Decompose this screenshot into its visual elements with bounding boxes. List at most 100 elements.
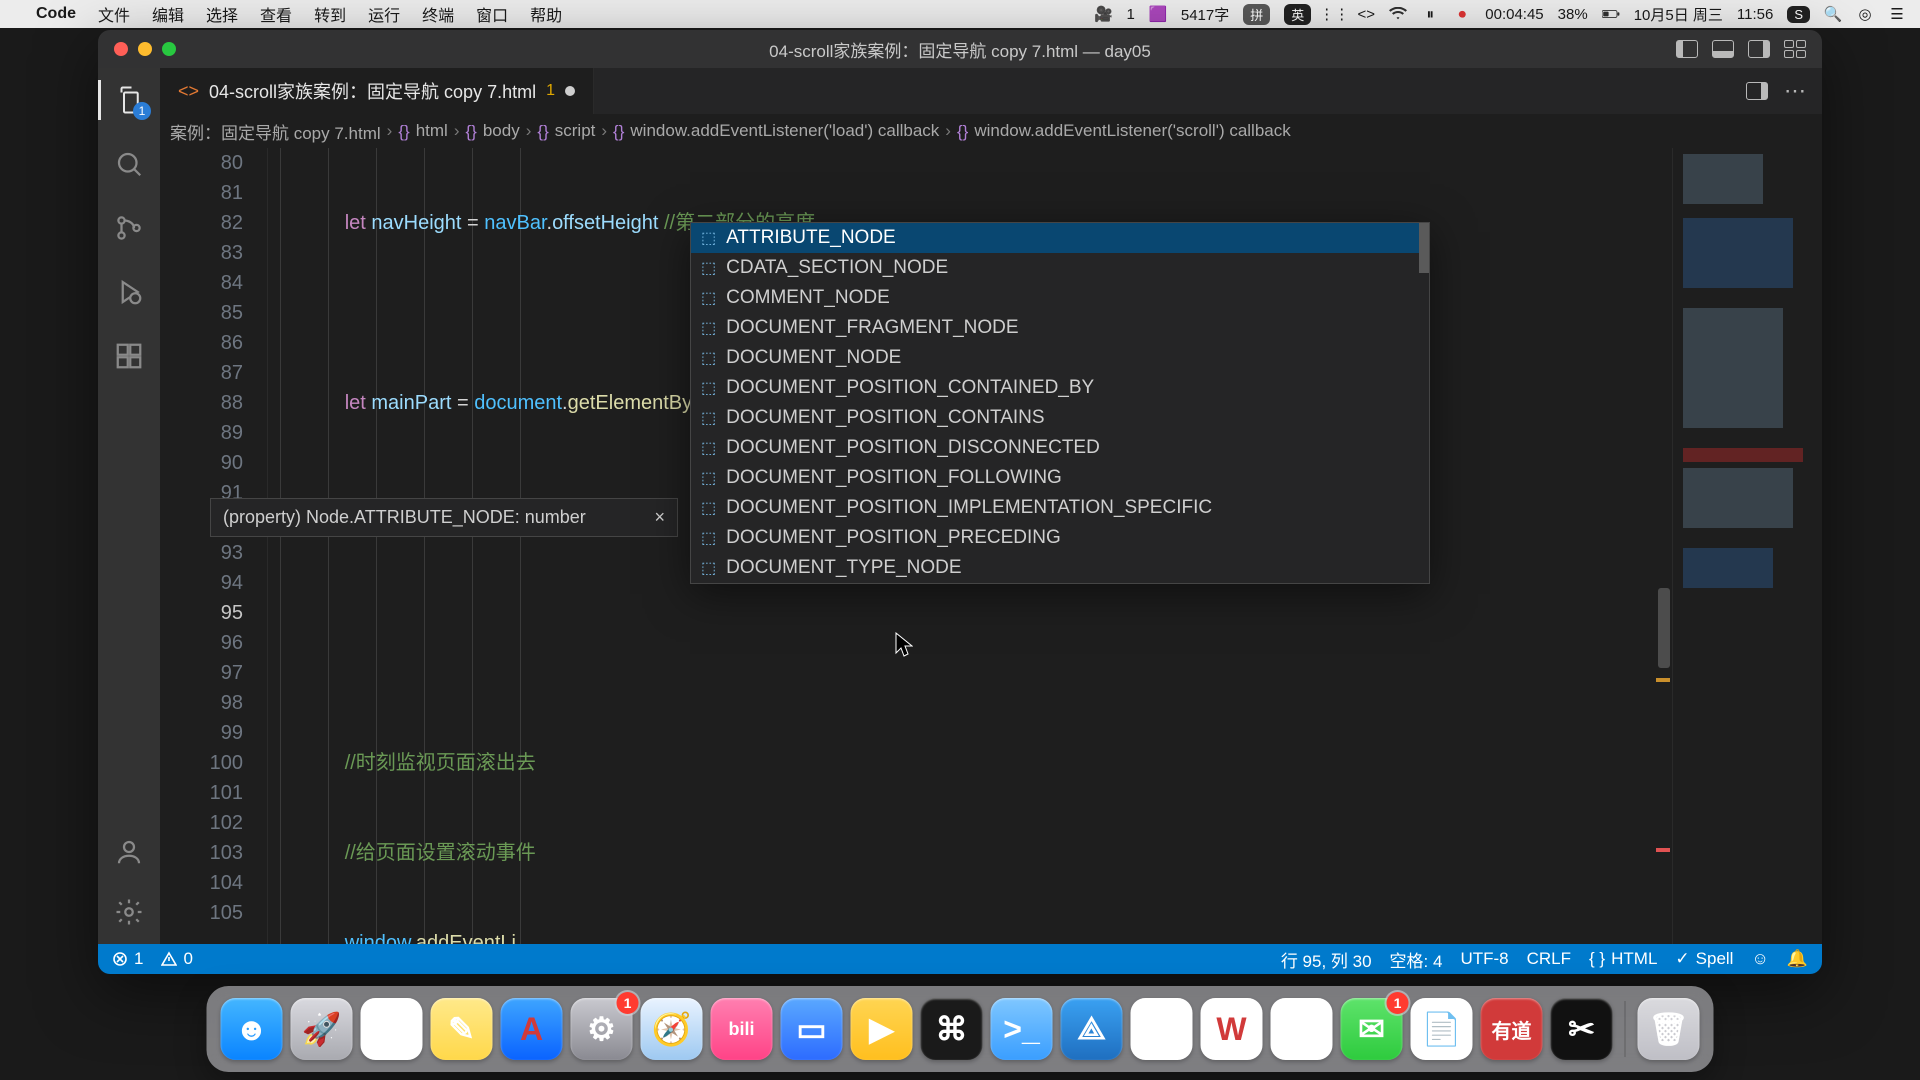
activity-scm[interactable] (111, 210, 147, 246)
dock-app-chrome[interactable]: ◉ (1131, 998, 1193, 1060)
status-sogou-icon[interactable]: 🟪 (1149, 5, 1167, 23)
code-line[interactable]: window.addEventLi (268, 928, 1652, 944)
breadcrumb-item[interactable]: body (483, 121, 520, 141)
dock-app-browser2[interactable]: ◐ (1271, 998, 1333, 1060)
code-line[interactable]: //时刻监视页面滚出去 (268, 748, 1652, 778)
dock-app-terminal[interactable]: >_ (991, 998, 1053, 1060)
intellisense-item[interactable]: ⬚DOCUMENT_POSITION_FOLLOWING (691, 463, 1429, 493)
status-control-center-icon[interactable]: ☰ (1888, 5, 1906, 23)
intellisense-item[interactable]: ⬚DOCUMENT_POSITION_CONTAINED_BY (691, 373, 1429, 403)
activity-extensions[interactable] (111, 338, 147, 374)
intellisense-item[interactable]: ⬚CDATA_SECTION_NODE (691, 253, 1429, 283)
breadcrumb-item[interactable]: html (416, 121, 448, 141)
dock-app-capcut[interactable]: ✂ (1551, 998, 1613, 1060)
activity-debug[interactable] (111, 274, 147, 310)
intellisense-item[interactable]: ⬚DOCUMENT_POSITION_IMPLEMENTATION_SPECIF… (691, 493, 1429, 523)
status-siri-icon[interactable]: ◎ (1856, 5, 1874, 23)
code-editor[interactable]: 8081828384858687888990919293949596979899… (160, 148, 1822, 944)
dock-app-youdao[interactable]: 有道 (1481, 998, 1543, 1060)
activity-search[interactable] (111, 146, 147, 182)
menu-go[interactable]: 转到 (314, 2, 346, 26)
editor-scrollbar[interactable] (1656, 148, 1670, 944)
intellisense-item[interactable]: ⬚DOCUMENT_POSITION_DISCONNECTED (691, 433, 1429, 463)
activity-account[interactable] (111, 834, 147, 870)
status-language[interactable]: { } HTML (1589, 949, 1657, 969)
toggle-bottom-panel-icon[interactable] (1712, 40, 1734, 58)
status-warnings[interactable]: 0 (161, 949, 192, 969)
status-spotlight-icon[interactable]: 🔍 (1824, 5, 1842, 23)
status-feedback-icon[interactable]: ☺ (1751, 949, 1768, 969)
dock-trash[interactable]: 🗑 (1638, 998, 1700, 1060)
intellisense-popup[interactable]: ⬚ATTRIBUTE_NODE⬚CDATA_SECTION_NODE⬚COMME… (690, 222, 1430, 584)
close-window-button[interactable] (114, 42, 128, 56)
layout-grid-icon[interactable] (1784, 40, 1806, 58)
menu-help[interactable]: 帮助 (530, 2, 562, 26)
dock-app-notes[interactable]: ✎ (431, 998, 493, 1060)
intellisense-scrollbar[interactable] (1419, 223, 1429, 273)
breadcrumb-item[interactable]: script (555, 121, 596, 141)
intellisense-item[interactable]: ⬚COMMENT_NODE (691, 283, 1429, 313)
toggle-left-panel-icon[interactable] (1676, 40, 1698, 58)
intellisense-item[interactable]: ⬚DOCUMENT_POSITION_PRECEDING (691, 523, 1429, 553)
editor-more-icon[interactable] (1784, 78, 1806, 104)
dock-app-zoom[interactable]: ▭ (781, 998, 843, 1060)
dock-app-wechat[interactable]: ✉1 (1341, 998, 1403, 1060)
minimize-window-button[interactable] (138, 42, 152, 56)
menu-file[interactable]: 文件 (98, 2, 130, 26)
status-battery-icon[interactable] (1602, 5, 1620, 23)
status-record-icon[interactable]: ⏺ (1453, 5, 1471, 23)
status-lncol[interactable]: 行 95, 列 30 (1281, 947, 1372, 972)
dock-app-vscode[interactable]: ⟁ (1061, 998, 1123, 1060)
dock-app-textedit[interactable]: 📄 (1411, 998, 1473, 1060)
close-icon[interactable]: × (654, 507, 665, 528)
toggle-right-panel-icon[interactable] (1748, 40, 1770, 58)
breadcrumb-item[interactable]: window.addEventListener('load') callback (630, 121, 939, 141)
activity-settings[interactable] (111, 894, 147, 930)
dock-app-music[interactable]: ▶ (851, 998, 913, 1060)
breadcrumb-item[interactable]: window.addEventListener('scroll') callba… (974, 121, 1290, 141)
status-spell[interactable]: ✓ Spell (1675, 949, 1733, 969)
status-encoding[interactable]: UTF-8 (1460, 949, 1508, 969)
status-ime-pill[interactable]: 拼 (1243, 4, 1270, 25)
breadcrumbs[interactable]: 案例：固定导航 copy 7.html› {}html› {}body› {}s… (160, 114, 1822, 148)
intellisense-item[interactable]: ⬚DOCUMENT_FRAGMENT_NODE (691, 313, 1429, 343)
status-app-pill[interactable]: 英 (1284, 4, 1311, 25)
dock-app-launchpad[interactable]: 🚀 (291, 998, 353, 1060)
editor-tab-active[interactable]: <> 04-scroll家族案例：固定导航 copy 7.html 1 (160, 68, 594, 114)
menu-terminal[interactable]: 终端 (422, 2, 454, 26)
intellisense-item[interactable]: ⬚DOCUMENT_NODE (691, 343, 1429, 373)
zoom-window-button[interactable] (162, 42, 176, 56)
status-code-icon[interactable]: <> (1357, 5, 1375, 23)
dock-app-gpt[interactable]: ⌘ (921, 998, 983, 1060)
status-sogou-s[interactable]: S (1787, 6, 1810, 23)
status-wifi-icon[interactable] (1389, 5, 1407, 23)
code-line[interactable]: //给页面设置滚动事件 (268, 838, 1652, 868)
intellisense-item[interactable]: ⬚ATTRIBUTE_NODE (691, 223, 1429, 253)
menu-window[interactable]: 窗口 (476, 2, 508, 26)
dock-app-wps[interactable]: W (1201, 998, 1263, 1060)
split-editor-icon[interactable] (1746, 82, 1768, 100)
intellisense-item[interactable]: ⬚DOCUMENT_TYPE_NODE (691, 553, 1429, 583)
dock-app-safari[interactable]: 🧭 (641, 998, 703, 1060)
status-dnd-icon[interactable]: ⏸ (1421, 5, 1439, 23)
dock-app-appstore[interactable]: A (501, 998, 563, 1060)
menu-view[interactable]: 查看 (260, 2, 292, 26)
status-bt-icon[interactable]: ⋮⋮ (1325, 5, 1343, 23)
dock-app-bilibili[interactable]: bili (711, 998, 773, 1060)
dock-app-settings[interactable]: ⚙1 (571, 998, 633, 1060)
dock-app-photos[interactable]: ✿ (361, 998, 423, 1060)
status-errors[interactable]: 1 (112, 949, 143, 969)
titlebar[interactable]: 04-scroll家族案例：固定导航 copy 7.html — day05 (98, 30, 1822, 68)
code-line[interactable] (268, 658, 1652, 688)
minimap[interactable] (1672, 148, 1822, 944)
menu-run[interactable]: 运行 (368, 2, 400, 26)
status-indent[interactable]: 空格: 4 (1390, 947, 1443, 972)
menu-select[interactable]: 选择 (206, 2, 238, 26)
intellisense-item[interactable]: ⬚DOCUMENT_POSITION_CONTAINS (691, 403, 1429, 433)
status-camera-icon[interactable]: 🎥 (1095, 5, 1113, 23)
app-name[interactable]: Code (36, 5, 76, 23)
breadcrumb-item[interactable]: 案例：固定导航 copy 7.html (170, 119, 381, 144)
status-eol[interactable]: CRLF (1527, 949, 1571, 969)
dock-app-finder[interactable]: ☻ (221, 998, 283, 1060)
menu-edit[interactable]: 编辑 (152, 2, 184, 26)
